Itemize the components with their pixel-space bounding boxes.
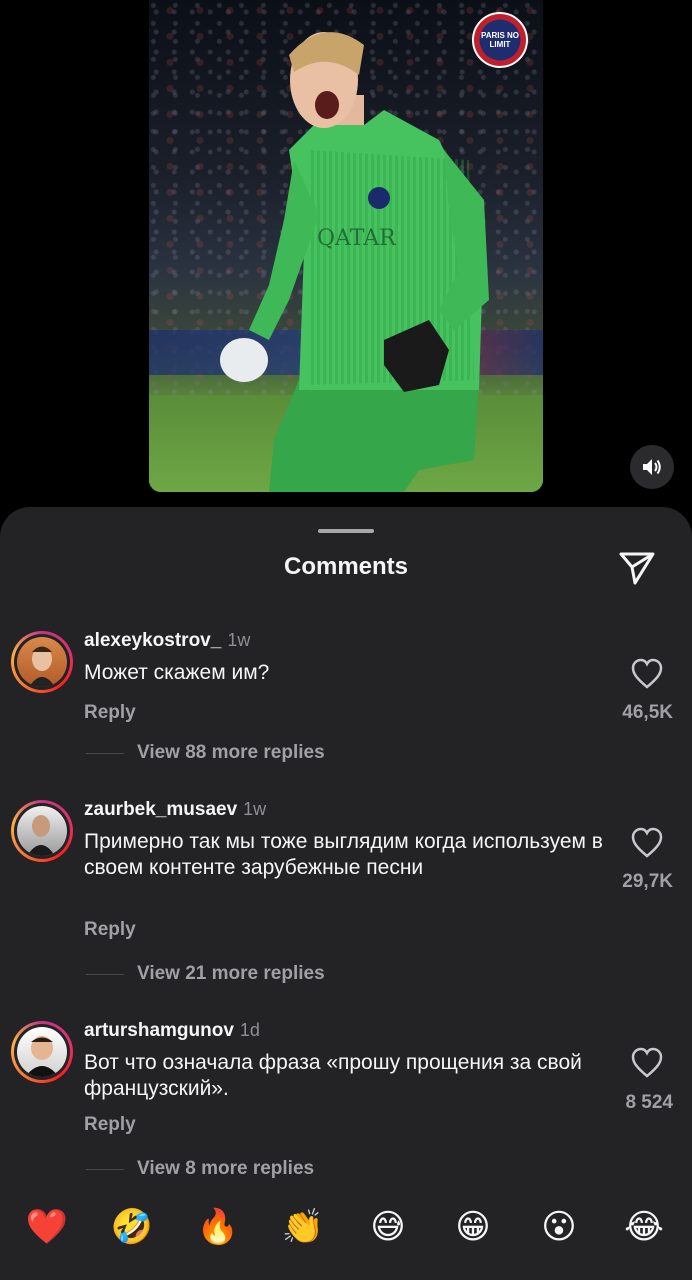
reaction-fire[interactable]: 🔥	[196, 1205, 240, 1249]
more-replies-label[interactable]: View 21 more replies	[137, 963, 325, 985]
comment-time: 1w	[227, 630, 251, 650]
reaction-joy[interactable]: 😂	[622, 1205, 666, 1249]
comment-time: 1d	[239, 1020, 260, 1040]
heart-outline-icon[interactable]	[630, 658, 664, 690]
channel-badge-logo: PARIS NO LIMIT	[472, 12, 528, 68]
paper-plane-icon	[619, 552, 655, 585]
comment-time: 1w	[243, 799, 267, 819]
goalkeeper-image: QATAR	[220, 32, 489, 492]
comment-text: Может скажем им?	[84, 661, 270, 684]
badge-text: PARIS NO LIMIT	[480, 31, 520, 49]
speaker-icon	[643, 459, 661, 475]
like-count: 46,5K	[622, 702, 673, 723]
more-replies-label[interactable]: View 8 more replies	[137, 1158, 314, 1180]
story-ring[interactable]	[11, 631, 73, 693]
username-link[interactable]: arturshamgunov	[84, 1020, 234, 1041]
share-button[interactable]	[616, 547, 658, 589]
reaction-surprised[interactable]: 😮	[537, 1205, 581, 1249]
username-link[interactable]: alexeykostrov_	[84, 630, 221, 651]
replies-divider	[86, 973, 124, 975]
reaction-rofl[interactable]: 🤣	[110, 1205, 154, 1249]
more-replies-label[interactable]: View 88 more replies	[137, 742, 325, 764]
view-more-replies-button[interactable]: View 21 more replies	[86, 963, 325, 985]
view-more-replies-button[interactable]: View 8 more replies	[86, 1158, 314, 1180]
mute-button[interactable]	[630, 445, 674, 489]
like-count: 29,7K	[622, 871, 673, 892]
comment-text: Примерно так мы тоже выглядим когда испо…	[84, 830, 603, 879]
comment-username[interactable]: alexeykostrov_ 1w	[84, 630, 250, 652]
svg-text:QATAR: QATAR	[317, 226, 397, 251]
reply-button[interactable]: Reply	[84, 1114, 136, 1136]
avatar	[17, 1027, 67, 1077]
quick-reactions-bar: ❤️ 🤣 🔥 👏 😅 😁 😮 😂	[0, 1205, 692, 1257]
story-ring[interactable]	[11, 1021, 73, 1083]
story-ring[interactable]	[11, 800, 73, 862]
video-player[interactable]: QATAR PARIS NO LIMIT	[149, 0, 543, 492]
like-count: 8 524	[625, 1092, 673, 1113]
sheet-drag-handle[interactable]	[318, 529, 374, 533]
heart-outline-icon[interactable]	[630, 1047, 664, 1079]
reaction-clap[interactable]: 👏	[281, 1205, 325, 1249]
heart-outline-icon[interactable]	[630, 827, 664, 859]
avatar	[17, 637, 67, 687]
username-link[interactable]: zaurbek_musaev	[84, 799, 237, 820]
avatar	[17, 806, 67, 856]
replies-divider	[86, 752, 124, 754]
reply-button[interactable]: Reply	[84, 919, 136, 941]
reaction-heart[interactable]: ❤️	[25, 1205, 69, 1249]
replies-divider	[86, 1168, 124, 1170]
comment-username[interactable]: zaurbek_musaev 1w	[84, 799, 266, 821]
comment-username[interactable]: arturshamgunov 1d	[84, 1020, 260, 1042]
comments-title: Comments	[283, 553, 409, 580]
view-more-replies-button[interactable]: View 88 more replies	[86, 742, 325, 764]
reaction-grin[interactable]: 😁	[451, 1205, 495, 1249]
reaction-sweat-smile[interactable]: 😅	[366, 1205, 410, 1249]
reply-button[interactable]: Reply	[84, 702, 136, 724]
comment-text: Вот что означала фраза «прошу прощения з…	[84, 1051, 582, 1100]
